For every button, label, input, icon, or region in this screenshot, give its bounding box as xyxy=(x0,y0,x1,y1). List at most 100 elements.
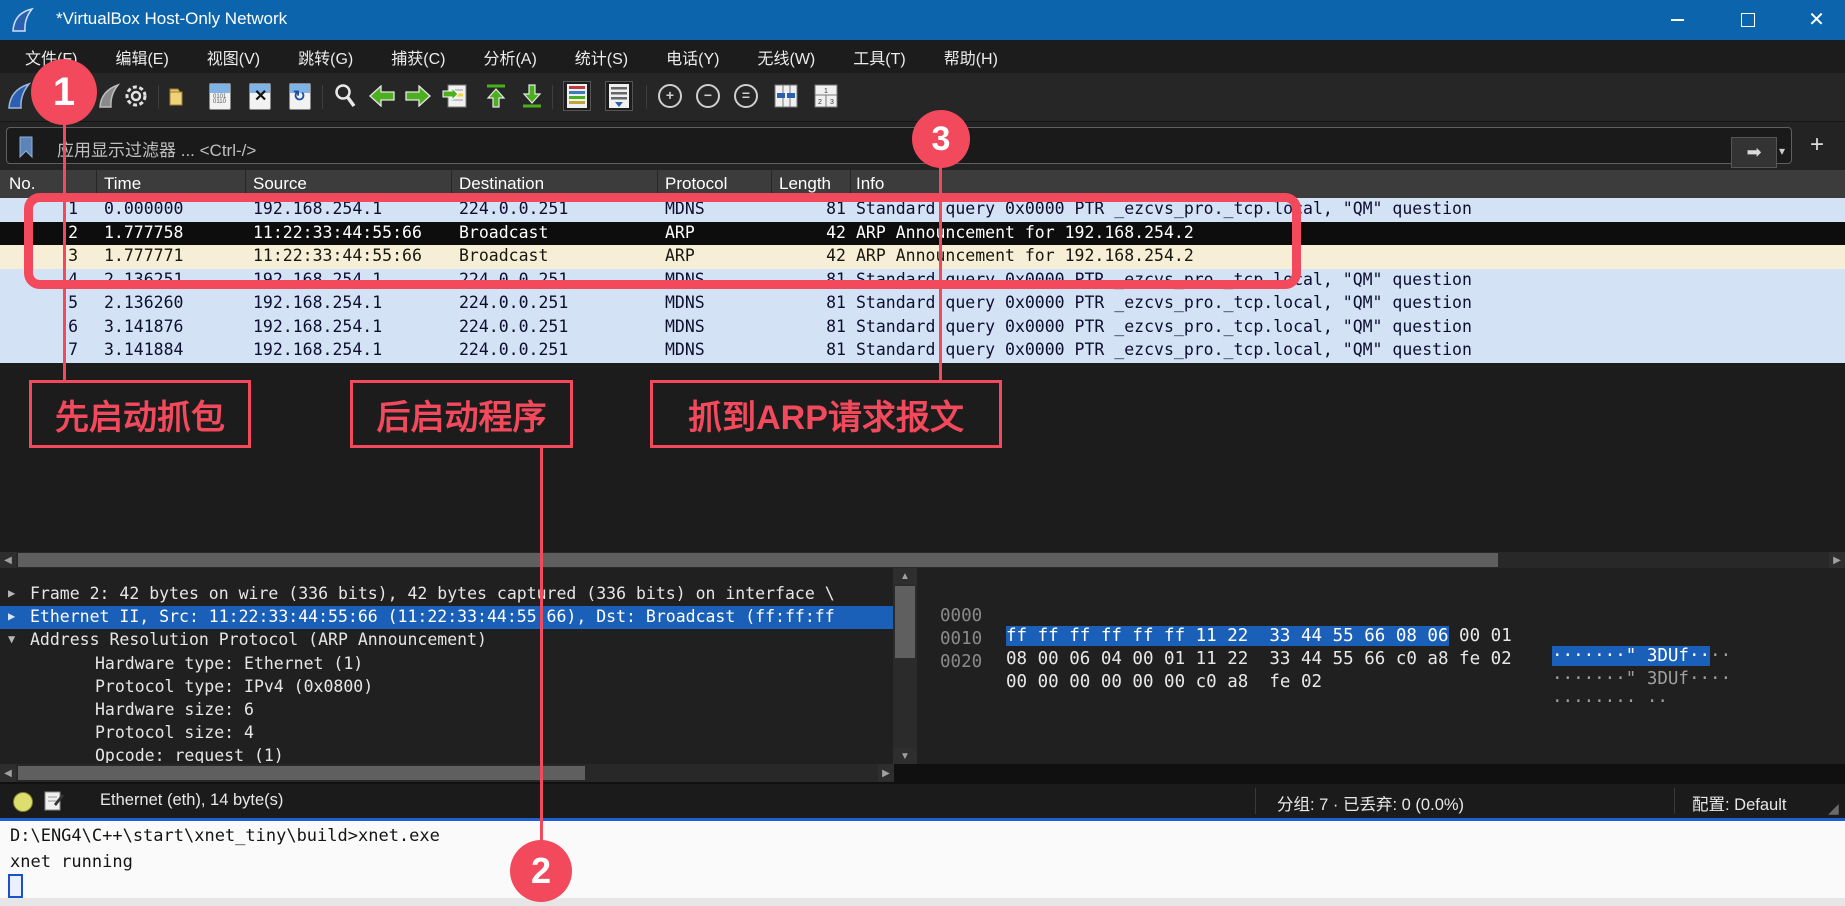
detail-row-frame[interactable]: ▶ Frame 2: 42 bytes on wire (336 bits), … xyxy=(0,583,893,606)
capture-comment-icon[interactable] xyxy=(44,791,64,811)
packet-row-7[interactable]: 73.141884192.168.254.1224.0.0.251MDNS81S… xyxy=(0,339,1845,363)
annotation-label-arp-captured: 抓到ARP请求报文 xyxy=(650,380,1002,448)
menu-bar: 文件(F) 编辑(E) 视图(V) 跳转(G) 捕获(C) 分析(A) 统计(S… xyxy=(0,40,1845,73)
detail-row-arp[interactable]: ▼ Address Resolution Protocol (ARP Annou… xyxy=(0,629,893,652)
col-info[interactable]: Info xyxy=(856,174,884,194)
menu-analyze[interactable]: 分析(A) xyxy=(473,41,546,73)
add-filter-button[interactable]: + xyxy=(1802,130,1832,160)
scroll-down-icon[interactable]: ▼ xyxy=(893,748,917,764)
hex-bytes[interactable]: 08 00 06 04 00 01 11 22 33 44 55 66 c0 a… xyxy=(1006,649,1512,669)
menu-view[interactable]: 视图(V) xyxy=(197,41,270,73)
menu-help[interactable]: 帮助(H) xyxy=(934,41,1008,73)
status-divider xyxy=(1255,788,1256,814)
packet-row-5[interactable]: 52.136260192.168.254.1224.0.0.251MDNS81S… xyxy=(0,292,1845,316)
detail-row-ethernet-selected[interactable]: ▶ Ethernet II, Src: 11:22:33:44:55:66 (1… xyxy=(0,606,893,629)
main-toolbar: 01010110 ✕ ↻ + − = xyxy=(0,73,1845,122)
annotation-line-2 xyxy=(540,448,543,842)
annotation-circle-3: 3 xyxy=(912,110,970,168)
packet-row-6[interactable]: 63.141876192.168.254.1224.0.0.251MDNS81S… xyxy=(0,316,1845,340)
scroll-left-icon[interactable]: ◀ xyxy=(0,764,16,782)
details-vscrollbar[interactable]: ▲ ▼ xyxy=(893,568,917,764)
resize-columns-icon[interactable] xyxy=(772,81,800,111)
col-no[interactable]: No. xyxy=(9,174,35,194)
menu-telephony[interactable]: 电话(Y) xyxy=(656,41,729,73)
annotation-label-start-capture: 先启动抓包 xyxy=(29,380,251,448)
filter-dropdown-caret-icon[interactable]: ▾ xyxy=(1779,144,1785,158)
col-source[interactable]: Source xyxy=(253,174,307,194)
col-time[interactable]: Time xyxy=(104,174,141,194)
menu-statistics[interactable]: 统计(S) xyxy=(565,41,638,73)
close-icon: ✕ xyxy=(1808,10,1825,30)
zoom-in-icon[interactable]: + xyxy=(656,81,684,111)
lower-panes: ▶ Frame 2: 42 bytes on wire (336 bits), … xyxy=(0,568,1845,764)
stop-capture-icon[interactable] xyxy=(96,81,124,111)
detail-row-protocol-size[interactable]: Protocol size: 4 xyxy=(0,722,893,745)
packet-list-hscrollbar[interactable]: ◀ ▶ xyxy=(0,552,1845,568)
scroll-right-icon[interactable]: ▶ xyxy=(1829,552,1845,568)
apply-filter-button[interactable]: ➡ xyxy=(1731,137,1777,168)
go-to-first-icon[interactable] xyxy=(482,81,510,111)
console-window[interactable]: D:\ENG4\C++\start\xnet_tiny\build>xnet.e… xyxy=(0,821,1845,898)
expert-info-icon[interactable] xyxy=(13,792,33,812)
scroll-thumb[interactable] xyxy=(18,553,1498,567)
scroll-thumb[interactable] xyxy=(895,586,915,658)
colorize-packets-icon[interactable] xyxy=(560,81,594,111)
hex-ascii[interactable]: ·······" 3DUf···· xyxy=(1552,669,1731,689)
detail-row-hardware-type[interactable]: Hardware type: Ethernet (1) xyxy=(0,653,893,676)
zoom-original-icon[interactable]: = xyxy=(732,81,760,111)
go-to-packet-icon[interactable] xyxy=(442,81,470,111)
title-bar: *VirtualBox Host-Only Network ✕ xyxy=(0,0,1845,40)
toolbar-separator xyxy=(646,85,647,109)
minimize-button[interactable] xyxy=(1646,0,1708,40)
status-profile[interactable]: 配置: Default xyxy=(1692,791,1786,815)
go-to-last-icon[interactable] xyxy=(518,81,546,111)
go-back-arrow-icon[interactable] xyxy=(368,81,396,111)
display-filter-input[interactable]: 应用显示过滤器 ... <Ctrl-/> ➡ ▾ xyxy=(6,127,1792,164)
menu-edit[interactable]: 编辑(E) xyxy=(105,41,178,73)
capture-options-gear-icon[interactable] xyxy=(122,81,150,111)
col-protocol[interactable]: Protocol xyxy=(665,174,727,194)
close-button[interactable]: ✕ xyxy=(1788,0,1845,40)
wireshark-logo-icon xyxy=(10,7,40,33)
hex-ascii[interactable]: ········ ·· xyxy=(1552,692,1668,712)
menu-go[interactable]: 跳转(G) xyxy=(288,41,363,73)
col-length[interactable]: Length xyxy=(779,174,831,194)
window-title: *VirtualBox Host-Only Network xyxy=(56,9,287,29)
auto-scroll-icon[interactable] xyxy=(602,81,636,111)
detail-row-opcode[interactable]: Opcode: request (1) xyxy=(0,745,893,763)
display-columns-icon[interactable]: 123 xyxy=(812,81,840,111)
scroll-thumb[interactable] xyxy=(18,766,585,780)
status-divider xyxy=(1674,788,1675,814)
find-packet-magnifier-icon[interactable] xyxy=(332,81,360,111)
scroll-left-icon[interactable]: ◀ xyxy=(0,552,16,568)
scroll-right-icon[interactable]: ▶ xyxy=(878,764,894,782)
menu-wireless[interactable]: 无线(W) xyxy=(747,41,825,73)
reload-file-icon[interactable]: ↻ xyxy=(286,81,314,111)
details-hscrollbar[interactable]: ◀ ▶ xyxy=(0,764,894,782)
save-file-icon[interactable]: 01010110 xyxy=(206,81,234,111)
hex-bytes[interactable]: ff ff ff ff ff ff 11 22 33 44 55 66 08 0… xyxy=(1006,626,1512,646)
svg-text:1: 1 xyxy=(824,88,828,95)
hex-bytes[interactable]: 00 00 00 00 00 00 c0 a8 fe 02 xyxy=(1006,672,1322,692)
close-file-icon[interactable]: ✕ xyxy=(246,81,274,111)
annotation-highlight-box xyxy=(24,193,1301,289)
zoom-out-icon[interactable]: − xyxy=(694,81,722,111)
start-capture-fin-icon[interactable] xyxy=(6,81,34,111)
detail-row-hardware-size[interactable]: Hardware size: 6 xyxy=(0,699,893,722)
scroll-up-icon[interactable]: ▲ xyxy=(893,568,917,584)
console-output-line: xnet running xyxy=(10,852,133,872)
console-cursor xyxy=(8,874,23,898)
console-command-line: D:\ENG4\C++\start\xnet_tiny\build>xnet.e… xyxy=(10,826,440,846)
menu-tools[interactable]: 工具(T) xyxy=(843,41,915,73)
svg-text:3: 3 xyxy=(830,99,834,106)
col-destination[interactable]: Destination xyxy=(459,174,544,194)
detail-row-protocol-type[interactable]: Protocol type: IPv4 (0x0800) xyxy=(0,676,893,699)
open-file-folder-icon[interactable] xyxy=(166,81,194,111)
status-packet-counts: 分组: 7 · 已丢弃: 0 (0.0%) xyxy=(1277,791,1464,815)
go-forward-arrow-icon[interactable] xyxy=(404,81,432,111)
resize-grip-icon[interactable]: ◢ xyxy=(1828,800,1839,817)
hex-ascii[interactable]: ·······" 3DUf···· xyxy=(1552,646,1731,666)
maximize-button[interactable] xyxy=(1717,0,1779,40)
filter-bookmark-icon[interactable] xyxy=(17,135,37,159)
menu-capture[interactable]: 捕获(C) xyxy=(381,41,455,73)
